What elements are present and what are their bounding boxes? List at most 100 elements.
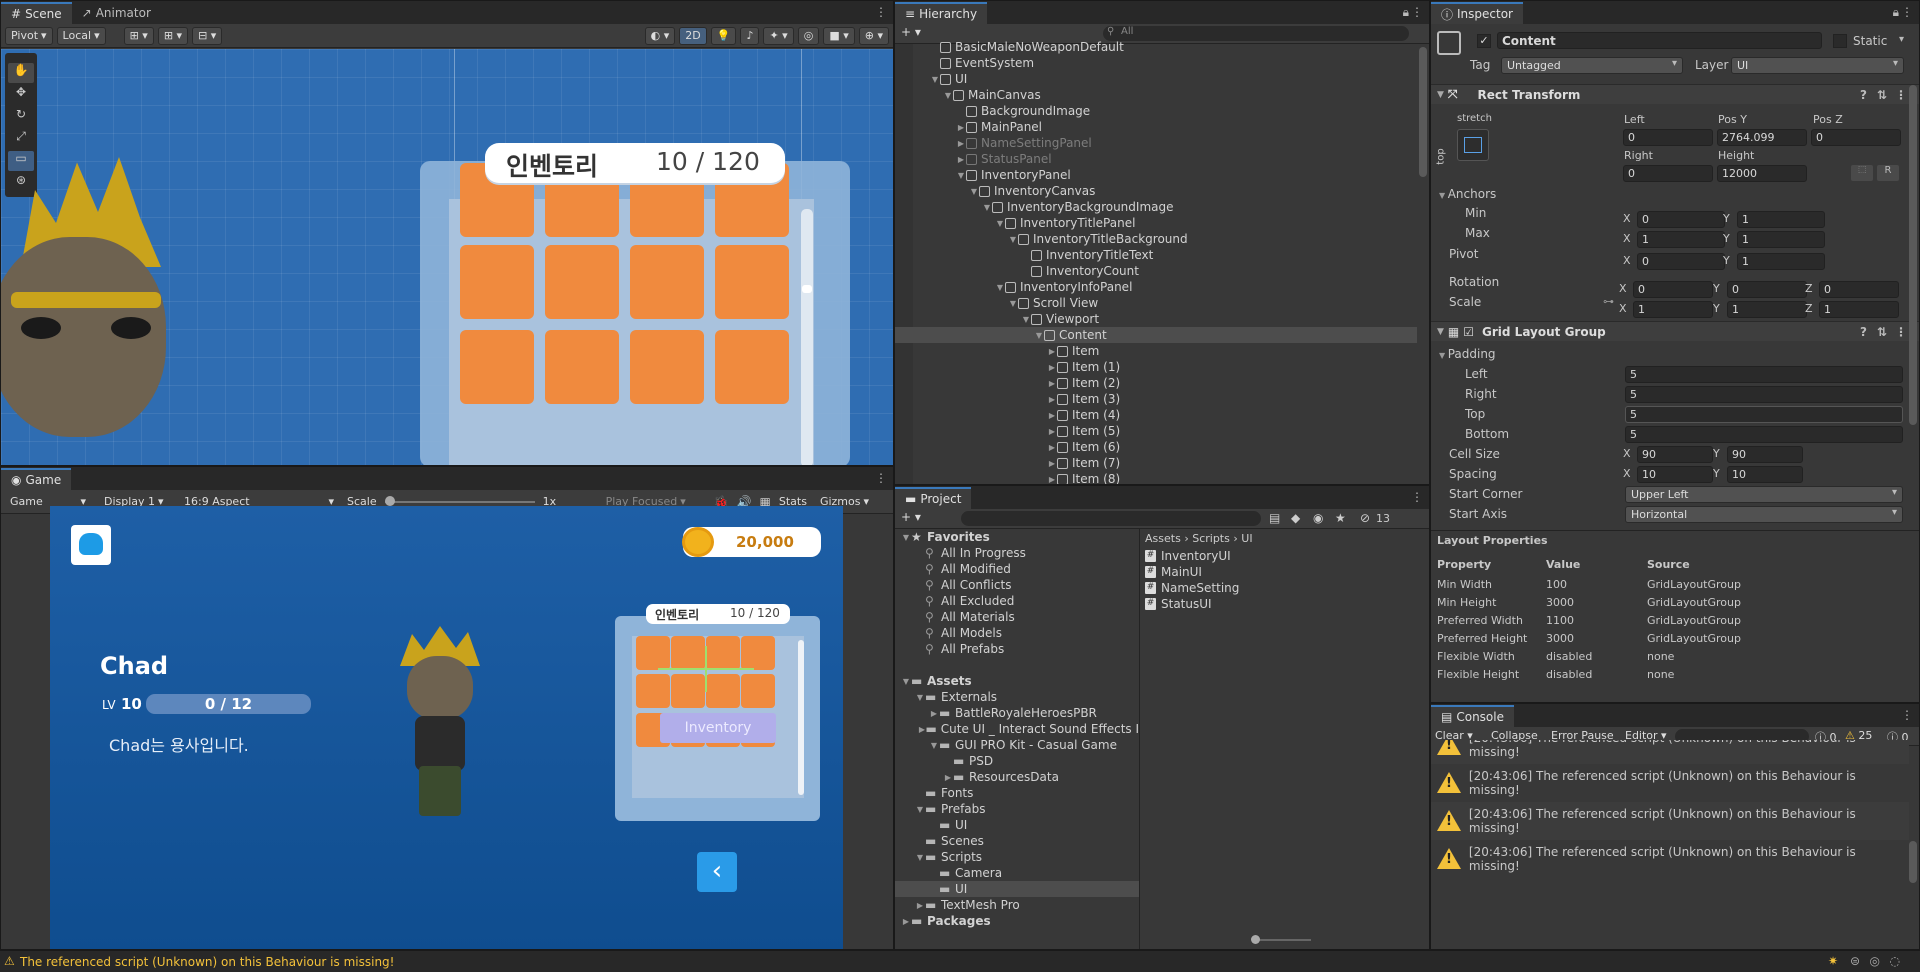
project-tree-item[interactable]: ⚲ All Materials <box>895 609 1139 625</box>
hierarchy-item[interactable]: ▼ InventoryTitleBackground <box>895 231 1417 247</box>
move-tool-icon[interactable]: ✥ <box>8 85 34 105</box>
height-field[interactable]: 12000 <box>1717 165 1807 182</box>
hierarchy-item[interactable]: ▶ Item (4) <box>895 407 1417 423</box>
component-menu-icon[interactable]: ⋮ <box>1895 88 1907 102</box>
increment-snap-button[interactable]: ⊟ ▾ <box>192 26 223 45</box>
tab-hierarchy[interactable]: ≡ Hierarchy <box>895 2 988 24</box>
hierarchy-item[interactable]: ▶ NameSettingPanel <box>895 135 1417 151</box>
project-search-input[interactable] <box>961 511 1261 526</box>
expanded-arrow-icon[interactable]: ▼ <box>1034 331 1044 340</box>
console-log-entry[interactable]: [20:43:06] The referenced script (Unknow… <box>1431 740 1909 764</box>
anchor-presets-button[interactable] <box>1457 129 1489 161</box>
scale-x-field[interactable]: 1 <box>1633 301 1713 318</box>
hierarchy-item[interactable]: ▶ Item (2) <box>895 375 1417 391</box>
script-file-item[interactable]: # StatusUI <box>1145 596 1212 612</box>
hierarchy-item[interactable]: ▼ MainCanvas <box>895 87 1417 103</box>
layer-dropdown[interactable]: UI <box>1731 57 1904 74</box>
expanded-arrow-icon[interactable]: ▼ <box>1021 315 1031 324</box>
game-inventory-slot[interactable] <box>706 636 740 670</box>
scene-inventory-slot[interactable] <box>630 245 704 319</box>
tree-arrow-icon[interactable]: ▶ <box>901 917 911 926</box>
game-inventory-button[interactable]: Inventory <box>660 713 776 743</box>
hierarchy-lock-icon[interactable]: 🔒︎ <box>1403 5 1409 20</box>
scene-inventory-slot[interactable] <box>545 245 619 319</box>
hierarchy-menu-icon[interactable]: ⋮ <box>1411 5 1423 19</box>
hierarchy-item[interactable]: EventSystem <box>895 55 1417 71</box>
favorite-star-icon[interactable]: ★ <box>1335 511 1346 525</box>
anchor-max-x-field[interactable]: 1 <box>1637 231 1725 248</box>
script-file-item[interactable]: # MainUI <box>1145 564 1202 580</box>
script-file-item[interactable]: # InventoryUI <box>1145 548 1231 564</box>
game-inventory-slot[interactable] <box>706 674 740 708</box>
active-checkbox[interactable]: ✓ <box>1477 34 1491 48</box>
padding-left-field[interactable]: 5 <box>1625 366 1903 383</box>
component-menu-icon[interactable]: ⋮ <box>1895 325 1907 339</box>
tree-arrow-icon[interactable]: ▶ <box>919 725 926 734</box>
project-tree-item[interactable]: ⚲ All Excluded <box>895 593 1139 609</box>
game-inventory-slot[interactable] <box>636 674 670 708</box>
blueprint-mode-button[interactable]: ⬚ <box>1851 165 1873 181</box>
script-file-item[interactable]: # NameSetting <box>1145 580 1239 596</box>
hierarchy-item[interactable]: ▶ Item (6) <box>895 439 1417 455</box>
zoom-slider-handle[interactable] <box>1251 935 1260 944</box>
project-tree-item[interactable]: ⚲ All Modified <box>895 561 1139 577</box>
anchor-min-x-field[interactable]: 0 <box>1637 211 1725 228</box>
layout-properties-divider[interactable] <box>1431 530 1919 531</box>
filter-log-icon[interactable]: ◉ <box>1313 511 1323 525</box>
console-scrollbar[interactable] <box>1909 841 1917 883</box>
inspector-lock-icon[interactable]: 🔒︎ <box>1893 5 1899 20</box>
expanded-arrow-icon[interactable]: ▼ <box>943 91 953 100</box>
collapsed-arrow-icon[interactable]: ▶ <box>1047 411 1057 420</box>
tree-arrow-icon[interactable]: ▶ <box>943 773 953 782</box>
hierarchy-item[interactable]: ▼ Content <box>895 327 1417 343</box>
hierarchy-item[interactable]: BackgroundImage <box>895 103 1417 119</box>
project-tree-item[interactable]: ▶ ▬ TextMesh Pro <box>895 897 1139 913</box>
add-object-icon[interactable]: + ▾ <box>901 25 921 39</box>
expanded-arrow-icon[interactable]: ▼ <box>1008 299 1018 308</box>
back-button[interactable]: ‹ <box>697 852 737 892</box>
mode-2d-toggle[interactable]: 2D <box>679 26 707 45</box>
rotation-z-field[interactable]: 0 <box>1819 281 1899 298</box>
scene-menu-icon[interactable]: ⋮ <box>875 5 887 19</box>
game-inventory-slot[interactable] <box>741 636 775 670</box>
scene-inventory-slot[interactable] <box>460 330 534 404</box>
project-tree-item[interactable]: ▼ ★ Favorites <box>895 529 1139 545</box>
constrain-proportions-icon[interactable]: ⊶ <box>1603 295 1614 308</box>
padding-top-field[interactable]: 5 <box>1625 406 1903 423</box>
collapsed-arrow-icon[interactable]: ▶ <box>1047 475 1057 484</box>
rotation-y-field[interactable]: 0 <box>1727 281 1807 298</box>
game-inventory-slot[interactable] <box>741 674 775 708</box>
project-tree-item[interactable]: ⚲ All In Progress <box>895 545 1139 561</box>
tree-arrow-icon[interactable]: ▼ <box>929 741 939 750</box>
presets-icon[interactable]: ⇅ <box>1877 325 1887 339</box>
tree-arrow-icon[interactable]: ▼ <box>901 677 911 686</box>
grid-snap-button[interactable]: ⊞ ▾ <box>123 26 154 45</box>
game-menu-icon[interactable]: ⋮ <box>875 471 887 485</box>
zoom-slider[interactable] <box>1251 935 1311 944</box>
expanded-arrow-icon[interactable]: ▼ <box>995 219 1005 228</box>
progress-icon[interactable]: ◌ <box>1890 954 1900 968</box>
grid-layout-enabled-checkbox[interactable]: ☑ <box>1463 325 1474 339</box>
project-add-icon[interactable]: + ▾ <box>901 510 921 524</box>
anchor-min-y-field[interactable]: 1 <box>1737 211 1825 228</box>
console-log-entry[interactable]: [20:43:06] The referenced script (Unknow… <box>1431 802 1909 840</box>
hierarchy-item[interactable]: ▶ MainPanel <box>895 119 1417 135</box>
tab-scene[interactable]: # Scene <box>1 2 72 24</box>
rotation-x-field[interactable]: 0 <box>1633 281 1713 298</box>
project-tree-item[interactable]: ▼ ▬ Externals <box>895 689 1139 705</box>
hierarchy-item[interactable]: ▼ UI <box>895 71 1417 87</box>
project-tree-item[interactable]: ▬ UI <box>895 881 1139 897</box>
pivot-y-field[interactable]: 1 <box>1737 253 1825 270</box>
tree-arrow-icon[interactable]: ▼ <box>915 693 925 702</box>
raw-edit-button[interactable]: R <box>1877 165 1899 181</box>
expanded-arrow-icon[interactable]: ▼ <box>995 283 1005 292</box>
hierarchy-item[interactable]: ▶ Item (7) <box>895 455 1417 471</box>
breadcrumb-assets[interactable]: Assets <box>1145 532 1181 545</box>
scale-slider[interactable] <box>384 495 535 506</box>
filter-label-icon[interactable]: ◆ <box>1291 511 1300 525</box>
project-tree-item[interactable]: ▼ ▬ Scripts <box>895 849 1139 865</box>
anchors-foldout[interactable]: ▼ Anchors <box>1439 187 1496 201</box>
project-tree-item[interactable]: ▬ Fonts <box>895 785 1139 801</box>
project-tree-item[interactable]: ▬ Scenes <box>895 833 1139 849</box>
collapsed-arrow-icon[interactable]: ▶ <box>956 139 966 148</box>
